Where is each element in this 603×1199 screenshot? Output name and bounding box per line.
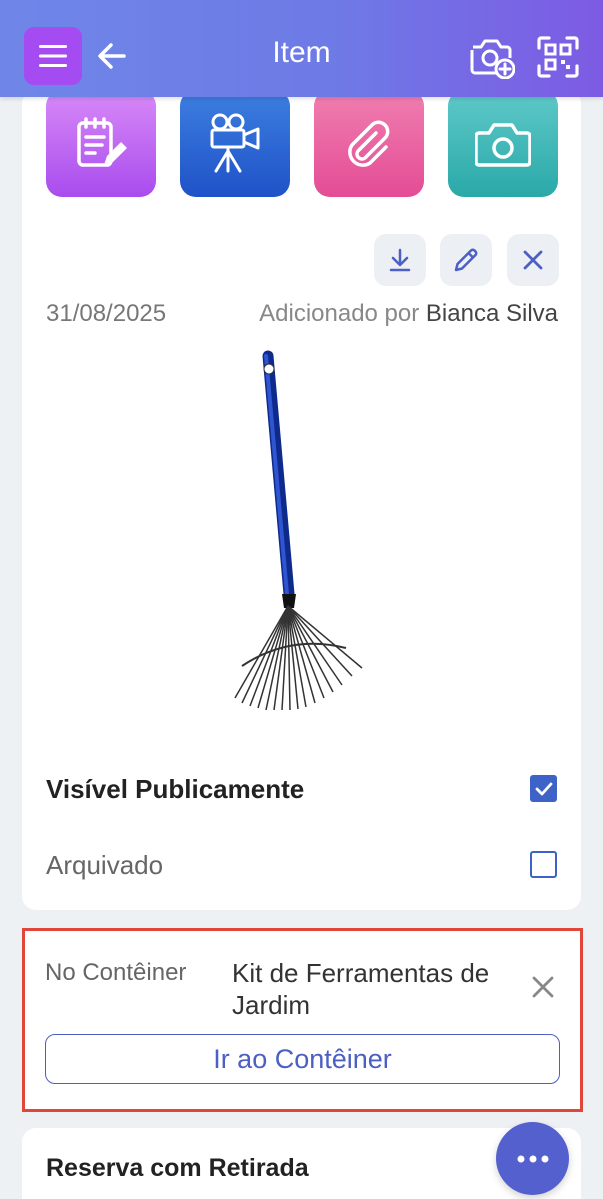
container-label: No Contêiner [45, 959, 187, 986]
added-by-name: Bianca Silva [425, 300, 558, 327]
paperclip-icon [348, 120, 390, 167]
close-icon [532, 976, 554, 998]
delete-icon [523, 250, 543, 270]
archived-label: Arquivado [46, 850, 164, 880]
rake-image [234, 350, 363, 711]
reservation-title: Reserva com Retirada [46, 1154, 309, 1182]
video-camera-icon [210, 113, 260, 172]
go-to-container-button[interactable]: Ir ao Contêiner [45, 1034, 560, 1084]
photo-date: 31/08/2025 [46, 300, 167, 327]
download-icon [389, 248, 411, 272]
added-by-label: Adicionado por [259, 300, 420, 327]
camera-icon [475, 122, 531, 167]
edit-icon [454, 248, 478, 272]
note-edit-icon [77, 116, 127, 167]
item-photo[interactable] [220, 348, 380, 718]
app-header: Item [0, 0, 603, 97]
add-photo-button[interactable] [468, 33, 516, 81]
container-value[interactable]: Kit de Ferramentas de Jardim [232, 957, 532, 1021]
public-visibility-checkbox[interactable] [530, 775, 557, 802]
public-visibility-label: Visível Publicamente [46, 774, 305, 804]
camera-tile[interactable] [448, 90, 558, 197]
add-photo-icon [470, 39, 515, 79]
notes-tile[interactable] [46, 90, 156, 197]
edit-button[interactable] [440, 234, 492, 286]
archived-checkbox[interactable] [530, 851, 557, 878]
delete-photo-button[interactable] [507, 234, 559, 286]
attachment-tile[interactable] [314, 90, 424, 197]
more-actions-button[interactable] [496, 1122, 569, 1195]
added-by: Adicionado por Bianca Silva [259, 300, 558, 328]
container-card: No Contêiner Kit de Ferramentas de Jardi… [22, 928, 583, 1112]
more-dots-icon [517, 1155, 548, 1162]
video-tile[interactable] [180, 90, 290, 197]
qr-scan-button[interactable] [534, 33, 582, 81]
qr-scan-icon [537, 36, 579, 78]
checkmark-icon [535, 782, 552, 795]
download-button[interactable] [374, 234, 426, 286]
remove-container-button[interactable] [527, 971, 559, 1003]
